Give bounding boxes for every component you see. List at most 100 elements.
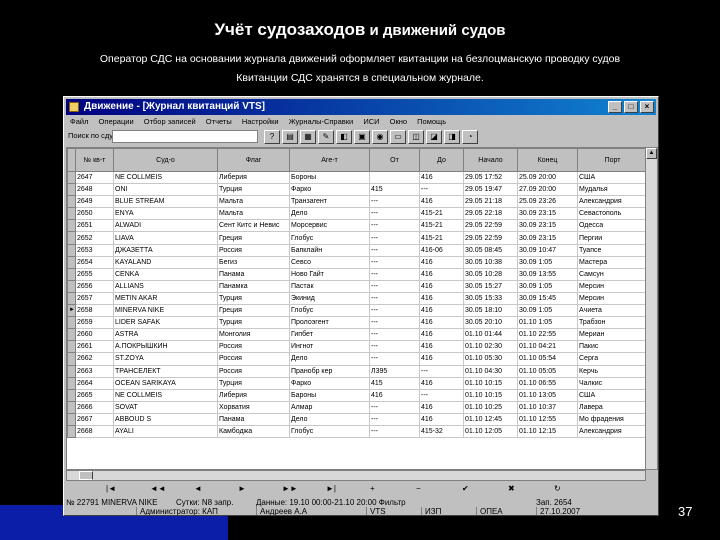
cell-port[interactable]: США	[577, 388, 648, 402]
cell-port[interactable]: Пакис	[577, 340, 648, 354]
cell-receipt-no[interactable]: 2649	[75, 195, 114, 209]
cell-flag[interactable]: Мальта	[217, 207, 290, 221]
cell-agent[interactable]: Пастак	[289, 279, 370, 293]
cell-flag[interactable]: Россия	[217, 340, 290, 354]
cell-flag[interactable]: Хорватия	[217, 400, 290, 414]
header-agent[interactable]: Аге-т	[289, 148, 370, 172]
cell-flag[interactable]: Турция	[217, 316, 290, 330]
cell-end[interactable]: 01.10 04:21	[517, 340, 578, 354]
table-row[interactable]: 2654 KAYALAND Бегиз Севсо --- 416 30.05 10:38 3…	[67, 255, 648, 269]
tool-layout-icon[interactable]: ◪	[426, 130, 442, 144]
cell-from[interactable]: 416	[369, 388, 420, 402]
cell-port[interactable]: Мастера	[577, 255, 648, 269]
row-indicator[interactable]	[67, 219, 76, 233]
row-indicator[interactable]	[67, 352, 76, 366]
cell-start[interactable]: 30.05 10:28	[463, 267, 518, 281]
cell-receipt-no[interactable]: 2655	[75, 267, 114, 281]
cell-vessel[interactable]: А.ПОКРЫШКИН	[113, 340, 218, 354]
cell-receipt-no[interactable]: 2652	[75, 231, 114, 245]
header-flag[interactable]: Флаг	[217, 148, 290, 172]
row-indicator[interactable]	[67, 267, 76, 281]
table-row[interactable]: ► 2658 MINERVA NIKE Греция Глобус --- 416 30.05…	[67, 304, 648, 318]
cell-vessel[interactable]: LIAVA	[113, 231, 218, 245]
table-row[interactable]: 2667 ABBOUD S Панама Дело --- 416 01.10 12:45 0…	[67, 412, 648, 426]
cell-vessel[interactable]: ASTRA	[113, 328, 218, 342]
cell-start[interactable]: 01.10 10:25	[463, 400, 518, 414]
cell-vessel[interactable]: ST.ZOYA	[113, 352, 218, 366]
cell-vessel[interactable]: ТРАНСЕЛЕКТ	[113, 364, 218, 378]
cell-to[interactable]: 416	[419, 279, 464, 293]
row-indicator[interactable]	[67, 340, 76, 354]
cell-vessel[interactable]: ALLIANS	[113, 279, 218, 293]
tool-form-icon[interactable]: ◧	[336, 130, 352, 144]
cell-to[interactable]: 416	[419, 352, 464, 366]
cell-from[interactable]: ---	[369, 243, 420, 257]
cell-flag[interactable]: Греция	[217, 231, 290, 245]
cell-to[interactable]: 415-21	[419, 219, 464, 233]
cell-to[interactable]: 415-32	[419, 424, 464, 439]
tool-view-icon[interactable]: ▣	[354, 130, 370, 144]
table-row[interactable]: 2651 ALWADI Сент Китс и Невис Морсервис --- 4…	[67, 219, 648, 233]
horizontal-scroll-thumb[interactable]	[79, 471, 93, 480]
cell-to[interactable]: 416	[419, 340, 464, 354]
cell-start[interactable]: 29.05 22:59	[463, 219, 518, 233]
tool-help-icon[interactable]: ?	[264, 130, 280, 144]
cell-start[interactable]: 01.10 01:44	[463, 328, 518, 342]
table-row[interactable]: 2647 NE COLLMEIS Либерия Бороны 416 29.05 17:…	[67, 170, 648, 185]
cell-to[interactable]: ---	[419, 364, 464, 378]
cell-start[interactable]: 01.10 10:15	[463, 376, 518, 390]
header-start[interactable]: Начало	[463, 148, 518, 172]
search-input[interactable]	[112, 130, 258, 143]
header-port[interactable]: Порт	[577, 148, 648, 172]
cell-to[interactable]: 416	[419, 170, 464, 185]
cell-flag[interactable]: Греция	[217, 304, 290, 318]
cell-end[interactable]: 30.09 23:15	[517, 219, 578, 233]
cell-agent[interactable]: Транзагент	[289, 195, 370, 209]
cell-agent[interactable]: Дело	[289, 352, 370, 366]
cell-agent[interactable]: Бароны	[289, 388, 370, 402]
cell-from[interactable]: ---	[369, 279, 420, 293]
cell-flag[interactable]: Панама	[217, 412, 290, 426]
cell-receipt-no[interactable]: 2666	[75, 400, 114, 414]
cell-end[interactable]: 25.09 23:26	[517, 195, 578, 209]
row-indicator[interactable]	[67, 231, 76, 245]
row-indicator[interactable]	[67, 291, 76, 306]
cell-to[interactable]: 416	[419, 255, 464, 269]
cell-end[interactable]: 25.09 20:00	[517, 170, 578, 185]
cell-vessel[interactable]: ENYA	[113, 207, 218, 221]
cell-receipt-no[interactable]: 2668	[75, 424, 114, 439]
cell-flag[interactable]: Сент Китс и Невис	[217, 219, 290, 233]
cell-start[interactable]: 30.05 10:38	[463, 255, 518, 269]
table-row[interactable]: 2649 BLUE STREAM Мальта Транзагент --- 416 29.…	[67, 195, 648, 209]
cell-flag[interactable]: Камбоджа	[217, 424, 290, 439]
cell-flag[interactable]: Россия	[217, 364, 290, 378]
cell-start[interactable]: 01.10 12:45	[463, 412, 518, 426]
table-row[interactable]: 2653 ДЖАЗЕТТА Россия Бапклайн --- 416-06 30.05…	[67, 243, 648, 257]
row-indicator[interactable]	[67, 207, 76, 221]
menu-journals[interactable]: Журналы-Справки	[285, 116, 358, 128]
cell-start[interactable]: 01.10 10:15	[463, 388, 518, 402]
cell-receipt-no[interactable]: 2664	[75, 376, 114, 390]
cell-port[interactable]: Пергии	[577, 231, 648, 245]
cell-from[interactable]: ---	[369, 231, 420, 245]
cell-agent[interactable]: Пролоэгент	[289, 316, 370, 330]
menu-window[interactable]: Окно	[386, 116, 411, 128]
cell-agent[interactable]: Дело	[289, 207, 370, 221]
cell-agent[interactable]: Фарко	[289, 183, 370, 197]
cell-from[interactable]: ---	[369, 412, 420, 426]
table-row[interactable]: 2652 LIAVA Греция Глобус --- 415-21 29.05 22:5…	[67, 231, 648, 245]
cell-flag[interactable]: Турция	[217, 291, 290, 306]
nav-last-icon[interactable]: ►|	[326, 484, 336, 493]
cell-vessel[interactable]: AYALI	[113, 424, 218, 439]
table-row[interactable]: 2659 LIDER SAFAK Турция Пролоэгент --- 416 30.…	[67, 316, 648, 330]
cell-agent[interactable]: Морсервис	[289, 219, 370, 233]
cell-agent[interactable]: Дело	[289, 412, 370, 426]
cell-end[interactable]: 01.10 10:37	[517, 400, 578, 414]
row-indicator[interactable]	[67, 328, 76, 342]
cell-start[interactable]: 29.05 19:47	[463, 183, 518, 197]
cell-flag[interactable]: Бегиз	[217, 255, 290, 269]
cell-receipt-no[interactable]: 2648	[75, 183, 114, 197]
row-indicator[interactable]	[67, 316, 76, 330]
cell-end[interactable]: 30.09 15:45	[517, 291, 578, 306]
cell-from[interactable]: ---	[369, 424, 420, 439]
